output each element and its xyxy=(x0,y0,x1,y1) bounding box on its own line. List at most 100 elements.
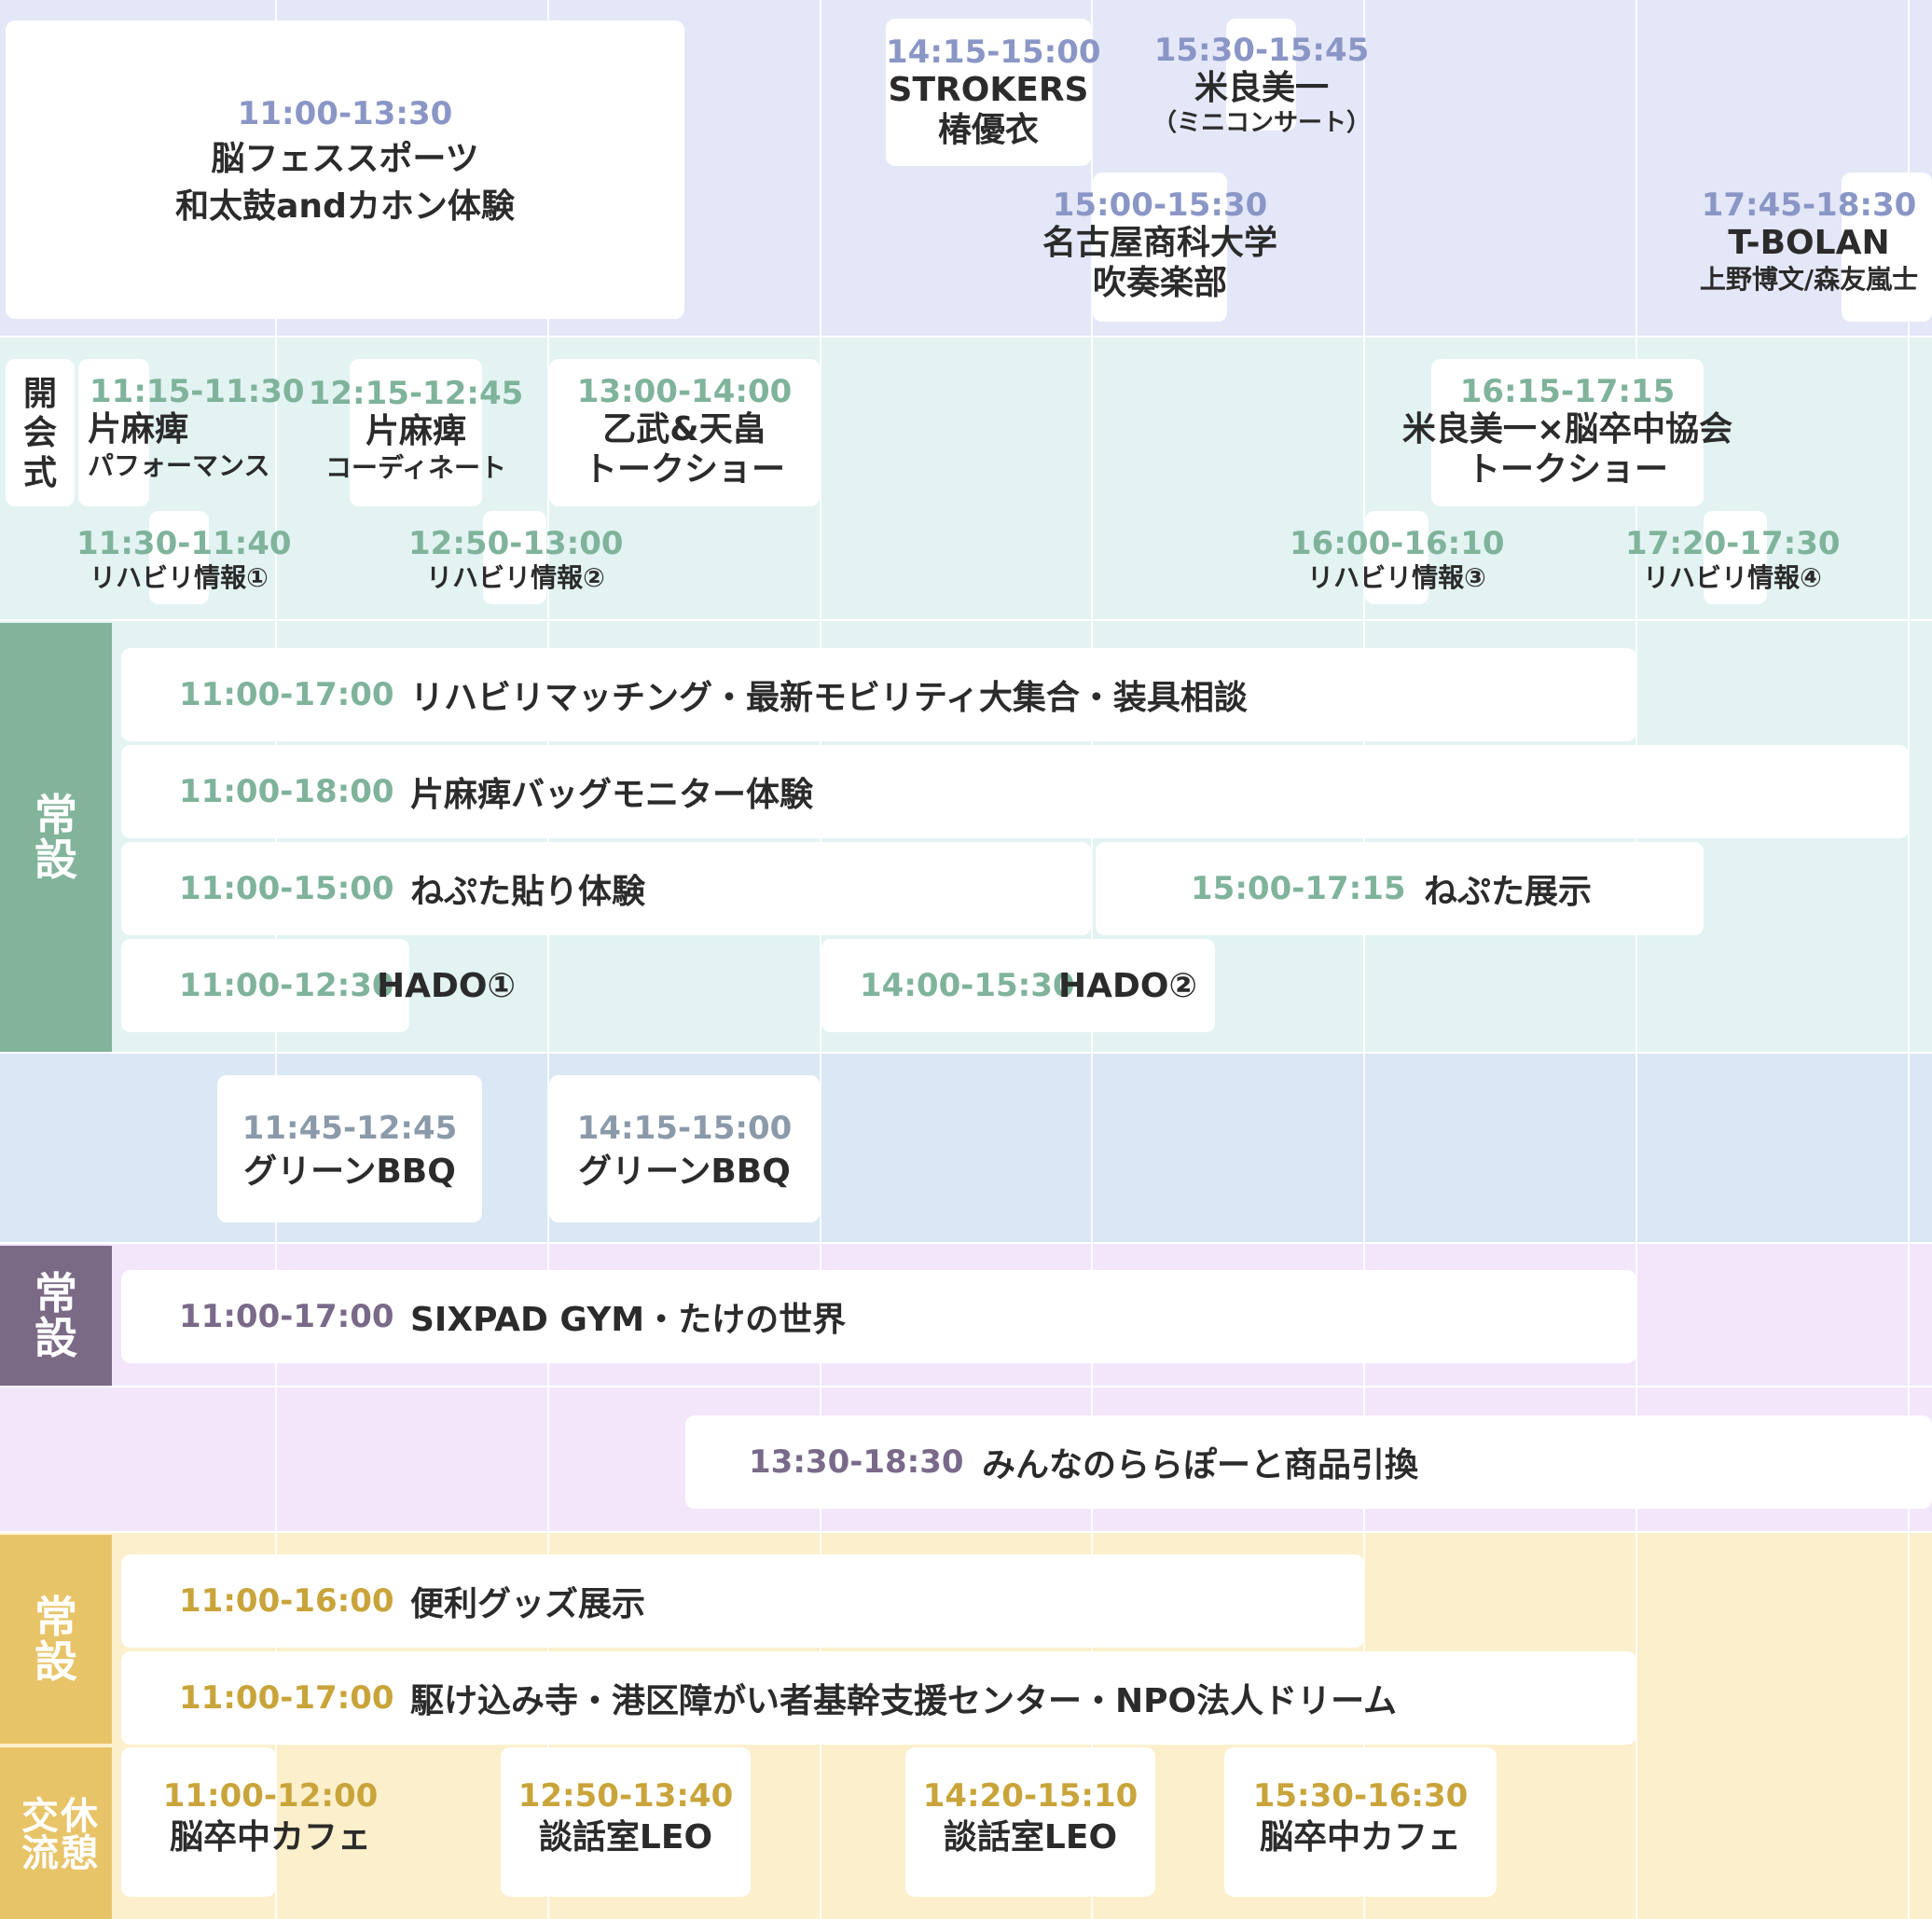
event-title: 米良美一×脳卒中協会 xyxy=(1401,410,1733,449)
stage-event-4: 15:00-15:30 名古屋商科大学 吹奏楽部 xyxy=(992,186,1328,303)
permanent-event-row-2: 11:00-18:00 片麻痺バッグモニター体験 xyxy=(179,745,813,838)
opening-ceremony: 開 会 式 xyxy=(6,375,75,493)
rest-label-col: 休憩 xyxy=(54,1796,97,1871)
event-title-line2: 和太鼓andカホン体験 xyxy=(175,186,515,226)
event-time: 11:00-16:00 xyxy=(179,1582,394,1620)
event-note: （ミニコンサート） xyxy=(1152,108,1371,137)
permanent-gold-row-2: 11:00-17:00 駆け込み寺・港区障がい者基幹支援センター・NPO法人ドリ… xyxy=(179,1651,1397,1745)
permanent-event-row-1: 11:00-17:00 リハビリマッチング・最新モビリティ大集合・装具相談 xyxy=(179,648,1248,741)
event-title: 米良美一 xyxy=(1194,69,1329,108)
event-time: 11:00-17:00 xyxy=(179,676,394,713)
event-subtitle: パフォーマンス xyxy=(88,449,270,481)
rest-event-3: 14:20-15:10 談話室LEO xyxy=(905,1777,1155,1858)
event-time: 14:00-15:30 xyxy=(860,967,1075,1004)
event-time: 15:30-15:45 xyxy=(1153,32,1370,69)
event-time: 11:00-15:00 xyxy=(179,870,394,907)
event-time: 17:45-18:30 xyxy=(1701,186,1917,224)
event-title: 名古屋商科大学 xyxy=(1042,224,1277,263)
event-title: HADO① xyxy=(377,966,516,1005)
event-title: 談話室LEO xyxy=(943,1818,1118,1857)
event-time: 14:20-15:10 xyxy=(922,1777,1138,1815)
permanent-label-char: 常 xyxy=(34,1591,77,1642)
rest-label: 交流 休憩 xyxy=(0,1747,112,1919)
event-time: 11:00-17:00 xyxy=(179,1679,394,1717)
event-time: 16:00-16:10 xyxy=(1290,525,1505,562)
event-title: 駆け込み寺・港区障がい者基幹支援センター・NPO法人ドリーム xyxy=(410,1682,1398,1720)
event-title: グリーンBBQ xyxy=(578,1153,791,1192)
event-title: みんなのららぽーと商品引換 xyxy=(982,1446,1419,1484)
event-time: 11:45-12:45 xyxy=(242,1110,458,1147)
event-time: 15:00-17:15 xyxy=(1191,870,1406,907)
bbq-event-2: 14:15-15:00 グリーンBBQ xyxy=(549,1110,820,1193)
event-title: STROKERS xyxy=(888,71,1089,110)
stage-event-5: 17:45-18:30 T-BOLAN 上野博文/森友嵐士 xyxy=(1688,186,1930,295)
event-title: グリーンBBQ xyxy=(243,1153,456,1192)
event-title-line2: 吹奏楽部 xyxy=(1092,263,1227,302)
opening-char: 会 xyxy=(22,414,57,453)
event-title-line2: トークショー xyxy=(1466,449,1668,489)
opening-char: 開 xyxy=(22,375,57,413)
grid-line xyxy=(1635,0,1637,1919)
stage-event-1: 11:00-13:30 脳フェススポーツ 和太鼓andカホン体験 xyxy=(6,95,684,227)
talk-event-4: 16:15-17:15 米良美一×脳卒中協会 トークショー xyxy=(1361,373,1773,490)
event-time: 11:30-11:40 xyxy=(76,525,292,562)
talk-event-1: 11:15-11:30 片麻痺 パフォーマンス xyxy=(78,373,305,481)
event-title: ねぷた展示 xyxy=(1424,873,1593,911)
rehab-info-4: 17:20-17:30 リハビリ情報④ xyxy=(1625,525,1841,594)
event-time: 11:00-13:30 xyxy=(237,95,453,132)
permanent-label: 常 設 xyxy=(0,1535,112,1744)
event-time: 13:00-14:00 xyxy=(576,373,793,410)
event-time: 12:50-13:40 xyxy=(518,1777,734,1815)
permanent-label-char: 設 xyxy=(34,1313,77,1363)
event-title: リハビリマッチング・最新モビリティ大集合・装具相談 xyxy=(410,679,1248,717)
rest-event-2: 12:50-13:40 談話室LEO xyxy=(501,1777,751,1858)
event-subtitle: コーディネート xyxy=(324,451,507,483)
event-performers: 上野博文/森友嵐士 xyxy=(1699,263,1919,295)
event-time: 11:00-18:00 xyxy=(179,773,394,810)
stage-event-3: 15:30-15:45 米良美一 （ミニコンサート） xyxy=(1112,32,1411,137)
event-title: リハビリ情報③ xyxy=(1307,562,1486,594)
permanent-label-char: 設 xyxy=(34,1636,77,1687)
event-time: 11:00-12:30 xyxy=(179,967,394,1004)
permanent-label-char: 設 xyxy=(34,835,77,885)
permanent-event-row-4b: 14:00-15:30 HADO② xyxy=(860,939,1197,1032)
event-title: 脳卒中カフェ xyxy=(1259,1818,1461,1857)
event-title: 談話室LEO xyxy=(538,1818,713,1857)
event-title-line2: トークショー xyxy=(583,449,785,489)
permanent-event-row-4a: 11:00-12:30 HADO① xyxy=(179,939,516,1032)
opening-char: 式 xyxy=(22,453,57,492)
event-time: 11:00-17:00 xyxy=(179,1298,394,1335)
event-title: 片麻痺 xyxy=(365,412,466,451)
event-title: リハビリ情報① xyxy=(90,562,269,594)
event-title: 片麻痺 xyxy=(88,410,189,449)
event-title: リハビリ情報② xyxy=(426,562,605,594)
permanent-event-row-3a: 11:00-15:00 ねぷた貼り体験 xyxy=(179,842,645,935)
permanent-label-char: 常 xyxy=(34,789,77,840)
event-title: 脳卒中カフェ xyxy=(169,1818,371,1857)
rest-event-1: 11:00-12:00 脳卒中カフェ xyxy=(159,1777,382,1858)
event-subtitle: 椿優衣 xyxy=(937,110,1039,149)
permanent-event-row-3b: 15:00-17:15 ねぷた展示 xyxy=(1191,842,1592,935)
permanent-label: 常 設 xyxy=(0,623,112,1052)
event-title: 脳フェススポーツ xyxy=(211,140,479,179)
event-time: 11:00-12:00 xyxy=(162,1777,379,1815)
event-time: 15:00-15:30 xyxy=(1052,186,1268,224)
event-time: 12:50-13:00 xyxy=(408,525,624,562)
event-title: 便利グッズ展示 xyxy=(410,1585,646,1623)
event-title: HADO② xyxy=(1058,966,1197,1005)
event-title: リハビリ情報④ xyxy=(1643,562,1822,594)
event-time: 12:15-12:45 xyxy=(308,375,524,412)
event-time: 15:30-16:30 xyxy=(1252,1777,1469,1815)
event-time: 11:15-11:30 xyxy=(90,373,305,410)
stage-event-2: 14:15-15:00 STROKERS 椿優衣 xyxy=(886,34,1101,150)
permanent-label: 常 設 xyxy=(0,1246,112,1386)
rehab-info-3: 16:00-16:10 リハビリ情報③ xyxy=(1290,525,1505,594)
event-title: SIXPAD GYM・たけの世界 xyxy=(410,1301,847,1339)
event-title: ねぷた貼り体験 xyxy=(410,873,646,911)
event-time: 16:15-17:15 xyxy=(1459,373,1676,410)
rest-label-col: 交流 xyxy=(15,1796,58,1871)
rehab-info-2: 12:50-13:00 リハビリ情報② xyxy=(408,525,624,594)
event-title: T-BOLAN xyxy=(1728,224,1890,263)
event-time: 14:15-15:00 xyxy=(886,34,1101,71)
bbq-event-1: 11:45-12:45 グリーンBBQ xyxy=(217,1110,482,1193)
